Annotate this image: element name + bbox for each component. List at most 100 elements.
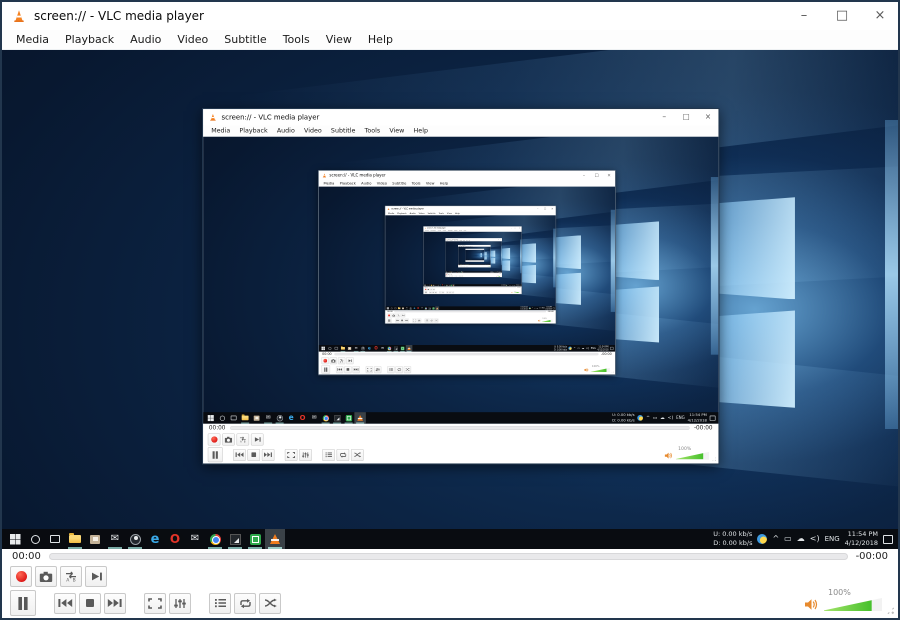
playlist-button[interactable] — [209, 593, 231, 614]
edge-icon: e — [151, 533, 160, 546]
vlc-media-player-window: screen:// - VLC media player – □ × Media… — [0, 0, 900, 620]
opera-icon: O — [417, 307, 419, 309]
menu-video[interactable]: Video — [169, 31, 216, 48]
volume-tray-icon: <) — [810, 535, 820, 543]
system-tray: U: 0.00 kb/s D: 0.00 kb/s ^ ▭ ☁ <) ENG 1… — [554, 345, 614, 351]
loop-button — [396, 366, 403, 373]
menu-tools[interactable]: Tools — [275, 31, 318, 48]
task-view-icon — [231, 416, 237, 421]
green-app-icon — [250, 534, 261, 545]
stop-icon — [433, 292, 434, 293]
store-bag-icon — [348, 347, 351, 350]
fullscreen-icon — [413, 319, 416, 321]
volume-percent: 100% — [678, 447, 691, 452]
nested-vlc-capture: screen:// - VLC media player – □ × Media… — [465, 249, 484, 262]
net-speed-monitor: U: 0.00 kb/s D: 0.00 kb/s — [554, 345, 567, 351]
menu-bar: Media Playback Audio Video Subtitle Tool… — [319, 180, 615, 187]
ab-loop-button[interactable]: A B — [60, 566, 82, 587]
vlc-cone-icon — [387, 208, 390, 211]
stop-button[interactable] — [79, 593, 101, 614]
record-button[interactable] — [10, 566, 32, 587]
chrome-button — [205, 529, 225, 549]
record-icon — [323, 359, 327, 363]
taskbar-clock: 11:54 PM 4/12/2018 — [845, 530, 878, 548]
snapshot-button — [392, 313, 396, 317]
menu-subtitle[interactable]: Subtitle — [216, 31, 274, 48]
maximize-button: □ — [543, 207, 546, 210]
stop-icon — [85, 598, 95, 608]
menu-media[interactable]: Media — [8, 31, 57, 48]
record-icon — [425, 289, 426, 290]
frame-step-button[interactable] — [85, 566, 107, 587]
pause-icon — [425, 291, 427, 293]
record-toolbar: A B — [10, 565, 898, 588]
camera-icon — [428, 289, 430, 290]
photos-app-icon — [394, 346, 398, 350]
playback-toolbar — [321, 365, 615, 374]
menu-view[interactable]: View — [318, 31, 360, 48]
previous-icon — [396, 319, 399, 321]
menu-playback[interactable]: Playback — [57, 31, 122, 48]
mail-envelope-icon: ✉ — [406, 307, 408, 309]
opera-icon: O — [300, 414, 306, 421]
store-bag-icon — [402, 307, 404, 309]
taskbar-clock: 11:54 PM 4/12/2018 — [688, 413, 707, 423]
windows-logo-pane-top — [715, 197, 795, 299]
fullscreen-button[interactable] — [144, 593, 166, 614]
loop-icon — [397, 368, 401, 372]
download-speed: D: 0.00 kb/s — [713, 539, 752, 548]
pause-icon — [211, 450, 219, 459]
nested-vlc-capture: screen:// - VLC media player – □ × Media… — [423, 226, 521, 294]
snapshot-button[interactable] — [35, 566, 57, 587]
download-speed: D: 0.00 kb/s — [612, 418, 635, 423]
taskbar-clock: 11:54 PM 4/12/2018 — [597, 345, 608, 351]
next-button[interactable] — [104, 593, 126, 614]
remaining-time: -00:00 — [856, 551, 888, 562]
maximize-button[interactable]: □ — [834, 8, 850, 24]
nested-vlc-capture: screen:// - VLC media player – □ × Media… — [445, 238, 502, 277]
minimize-button: – — [581, 173, 586, 178]
mail-envelope-icon: ✉ — [266, 415, 271, 421]
menu-subtitle: Subtitle — [326, 126, 360, 136]
message-button: ✉ — [379, 345, 386, 352]
action-center-icon — [710, 415, 716, 420]
pause-icon — [446, 276, 447, 277]
next-icon — [354, 368, 359, 371]
menu-help[interactable]: Help — [360, 31, 401, 48]
wallpaper-light-band — [553, 229, 555, 288]
video-area-desktop[interactable]: screen:// - VLC media player – □ × Media… — [2, 50, 898, 549]
title-bar[interactable]: screen:// - VLC media player – □ × — [2, 2, 898, 30]
window-controls: – □ × — [536, 207, 553, 210]
previous-button[interactable] — [54, 593, 76, 614]
menu-media: Media — [321, 180, 337, 186]
extended-settings-button[interactable] — [169, 593, 191, 614]
chrome-icon — [322, 415, 328, 421]
cortana-circle-icon — [31, 535, 40, 544]
display-tray-icon: ▭ — [784, 535, 792, 543]
volume-slider[interactable] — [824, 598, 882, 611]
minimize-button[interactable]: – — [796, 8, 812, 24]
menu-bar: Media Playback Audio Video Subtitle Tool… — [2, 30, 898, 50]
playback-toolbar — [387, 318, 556, 323]
svg-text:A: A — [340, 360, 341, 362]
photos-app-icon — [230, 534, 241, 545]
stop-button — [344, 366, 351, 373]
random-button — [351, 449, 364, 461]
random-button[interactable] — [259, 593, 281, 614]
volume-slider — [497, 276, 501, 277]
menu-tools: Tools — [360, 126, 385, 136]
net-speed-monitor: U: 0.00 kb/s D: 0.00 kb/s — [612, 413, 635, 423]
opera-icon: O — [374, 346, 377, 350]
wallpaper-light-band — [885, 120, 898, 429]
volume-control[interactable]: 100% — [804, 589, 882, 611]
close-button[interactable]: × — [872, 8, 888, 24]
menu-audio[interactable]: Audio — [122, 31, 169, 48]
seek-slider[interactable] — [49, 553, 848, 560]
loop-button[interactable] — [234, 593, 256, 614]
captured-taskbar: ✉ e O ✉ U: 0.00 kb/s D: 0.00 kb/s ^ ▭ — [2, 529, 898, 549]
message-button: ✉ — [308, 412, 320, 424]
random-button — [434, 318, 438, 322]
pause-button[interactable] — [10, 590, 36, 616]
action-center-icon — [553, 307, 555, 309]
minimize-button: – — [660, 113, 669, 122]
